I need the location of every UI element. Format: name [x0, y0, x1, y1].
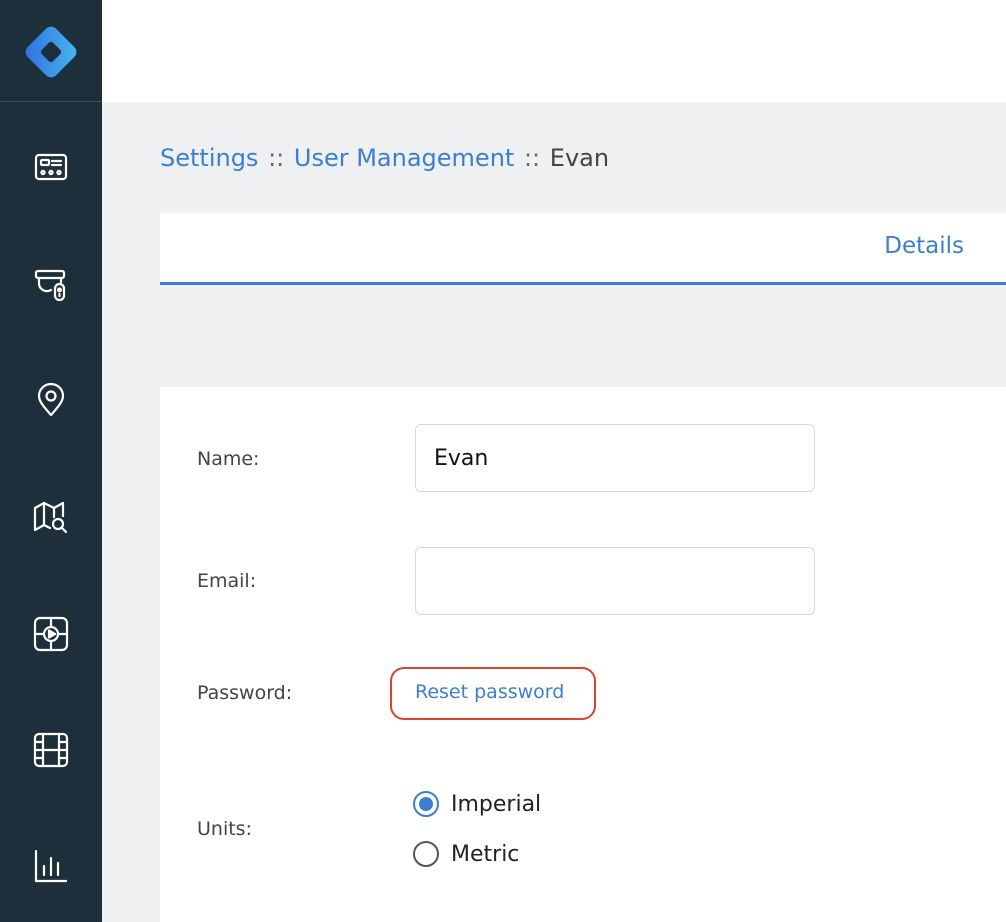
nav-map-search[interactable] — [33, 499, 69, 535]
film-strip-icon — [33, 732, 69, 768]
app-logo-icon — [25, 26, 77, 78]
breadcrumb-separator: :: — [268, 144, 285, 172]
bar-chart-icon — [34, 849, 68, 883]
video-play-icon — [33, 616, 69, 652]
nav-video[interactable] — [33, 616, 69, 652]
nav-reports[interactable] — [33, 848, 69, 884]
nav-devices[interactable] — [33, 266, 69, 302]
breadcrumb-separator: :: — [523, 144, 541, 172]
reset-password-link[interactable]: Reset password — [415, 681, 564, 703]
password-label: Password: — [197, 682, 293, 704]
units-option-metric[interactable]: Metric — [413, 841, 519, 867]
breadcrumb-user-management[interactable]: User Management — [294, 144, 514, 172]
breadcrumb-settings[interactable]: Settings — [160, 144, 258, 172]
radio-metric[interactable] — [413, 841, 439, 867]
nav-locations[interactable] — [33, 382, 69, 418]
device-key-icon — [34, 269, 66, 302]
location-pin-icon — [37, 382, 65, 417]
logo[interactable] — [0, 0, 102, 102]
units-option-imperial[interactable]: Imperial — [413, 791, 541, 817]
radio-imperial[interactable] — [413, 791, 439, 817]
dashboard-card-icon — [34, 153, 68, 181]
breadcrumb-current: Evan — [549, 144, 610, 172]
top-bar — [102, 0, 1006, 102]
name-label: Name: — [197, 448, 260, 470]
name-input[interactable] — [415, 424, 815, 492]
tab-bar: Details — [160, 213, 1006, 285]
tab-details[interactable]: Details — [884, 233, 964, 259]
breadcrumb: Settings :: User Management :: Evan — [160, 144, 609, 172]
units-label: Units: — [197, 818, 252, 840]
main-content: Settings :: User Management :: Evan Deta… — [102, 102, 1006, 922]
nav-dashboard[interactable] — [33, 149, 69, 185]
email-input[interactable] — [415, 547, 815, 615]
user-details-form: Name: Email: Password: Reset password Un… — [160, 387, 1006, 922]
sidebar — [0, 0, 102, 922]
map-search-icon — [33, 501, 68, 534]
nav-clips[interactable] — [33, 732, 69, 768]
radio-label-imperial: Imperial — [451, 791, 542, 817]
email-label: Email: — [197, 570, 257, 592]
radio-label-metric: Metric — [451, 841, 520, 867]
